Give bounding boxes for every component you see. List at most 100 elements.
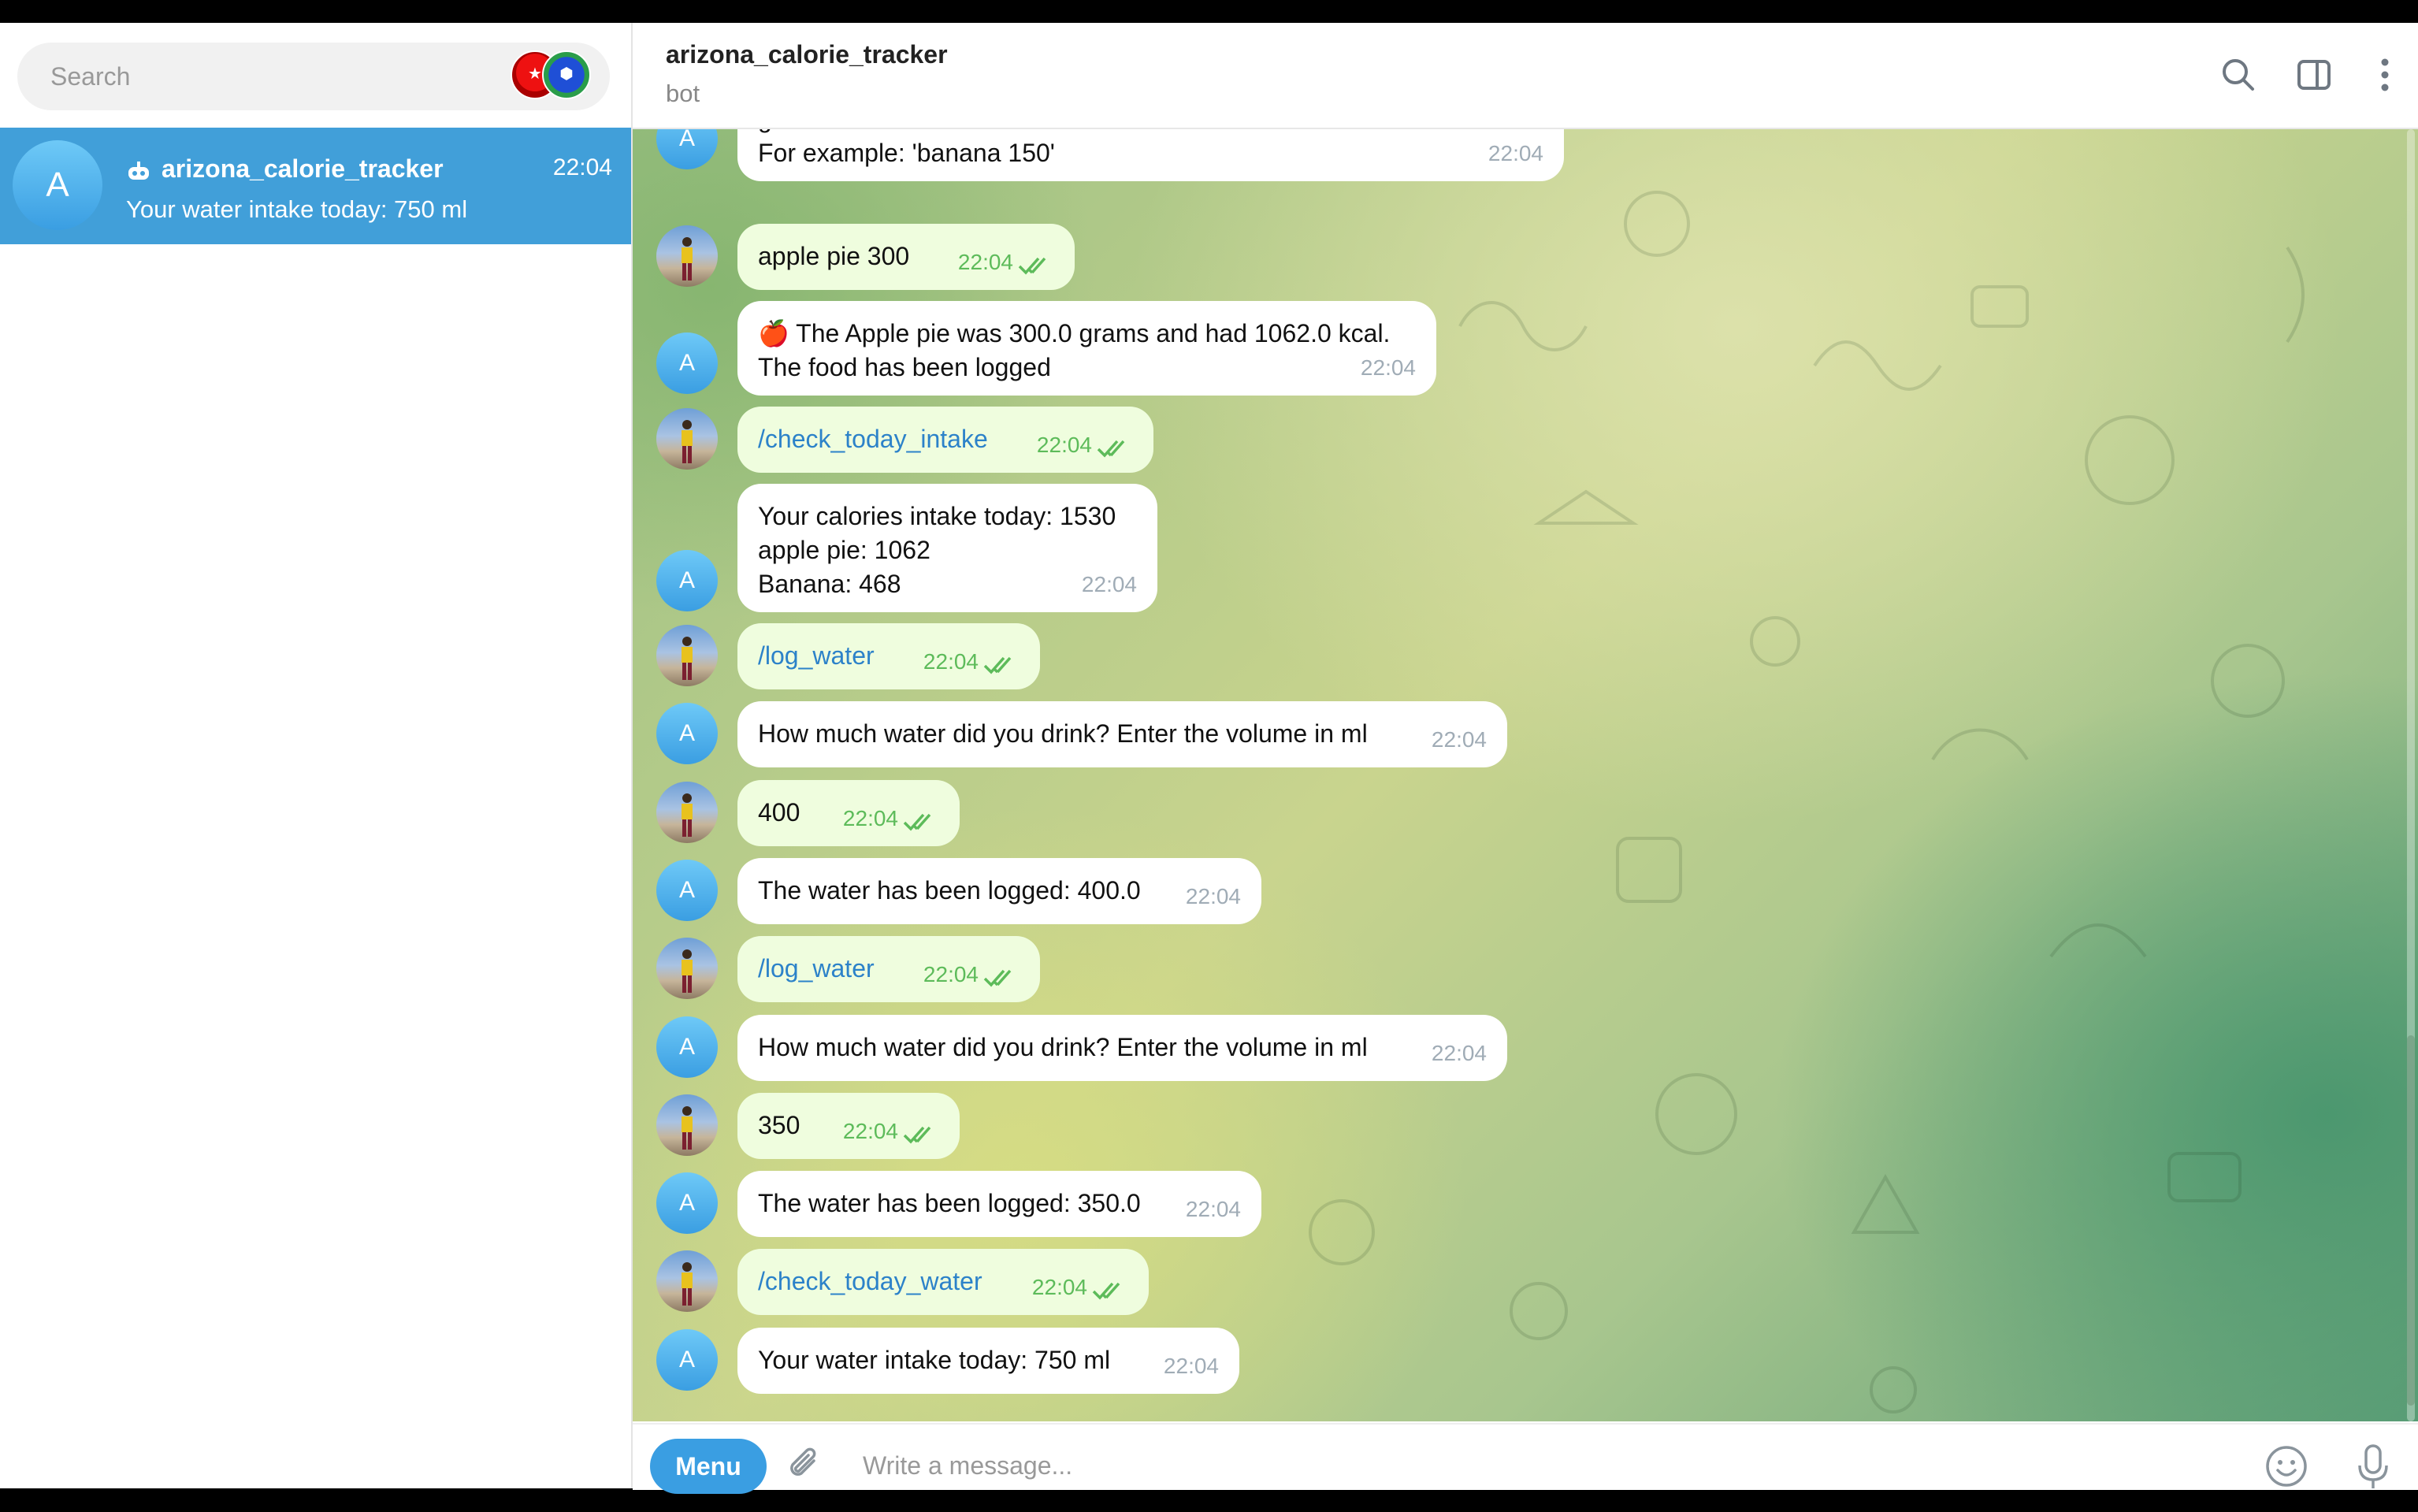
message-row: /log_water 22:04 — [633, 936, 2418, 1002]
person-icon — [682, 237, 693, 280]
message-time: 22:04 — [1431, 727, 1487, 752]
person-icon — [682, 949, 693, 993]
apple-emoji-icon: 🍎 — [758, 319, 789, 347]
message-time: 22:04 — [1031, 1275, 1087, 1299]
message-row: A The water has been logged: 400.0 22:04 — [633, 858, 2418, 924]
search-icon[interactable] — [2216, 53, 2260, 97]
chat-subtitle: bot — [666, 80, 700, 107]
message-text: The food has been logged — [758, 353, 1051, 381]
incoming-message[interactable]: How much water did you drink? Enter the … — [737, 701, 1507, 767]
incoming-message[interactable]: The water has been logged: 400.0 22:04 — [737, 858, 1261, 924]
command-link[interactable]: /log_water — [758, 639, 1020, 673]
user-avatar[interactable] — [656, 408, 718, 470]
message-time: 22:04 — [923, 649, 979, 674]
message-text: grams. — [758, 129, 1543, 136]
bot-menu-button[interactable]: Menu — [650, 1439, 767, 1494]
outgoing-message[interactable]: /log_water 22:04 — [737, 623, 1040, 689]
message-time: 22:04 — [1036, 433, 1092, 457]
user-avatar[interactable] — [656, 1094, 718, 1156]
read-receipt-icon — [983, 969, 1012, 987]
message-text: How much water did you drink? Enter the … — [758, 1033, 1368, 1061]
message-text: Banana: 468 — [758, 570, 901, 598]
bot-avatar[interactable]: A — [656, 550, 718, 611]
bot-icon — [128, 162, 149, 180]
message-time: 22:04 — [923, 962, 979, 986]
message-text: Your calories intake today: 1530 — [758, 502, 1116, 530]
message-time: 22:04 — [842, 1119, 898, 1143]
chat-list-panel: Search ★ ⬢ A arizona_calorie_tracker 22:… — [0, 23, 633, 1488]
command-link[interactable]: /log_water — [758, 952, 1020, 986]
message-time: 22:04 — [1185, 1197, 1241, 1221]
bot-avatar[interactable]: A — [656, 1329, 718, 1391]
sidebar-toggle-icon[interactable] — [2292, 53, 2336, 97]
message-time: 22:04 — [842, 806, 898, 830]
bot-avatar[interactable]: A — [656, 332, 718, 394]
incoming-message[interactable]: 🍎 The Apple pie was 300.0 grams and had … — [737, 301, 1436, 396]
message-row: A The water has been logged: 350.0 22:04 — [633, 1171, 2418, 1237]
paperclip-icon[interactable] — [784, 1443, 825, 1488]
chat-name: arizona_calorie_tracker — [162, 154, 444, 183]
user-avatar[interactable] — [656, 1250, 718, 1312]
person-icon — [682, 637, 693, 680]
person-icon — [682, 1106, 693, 1150]
outgoing-message[interactable]: /log_water 22:04 — [737, 936, 1040, 1002]
more-vertical-icon[interactable] — [2363, 53, 2407, 97]
message-text: For example: 'banana 150' — [758, 139, 1055, 167]
outgoing-message[interactable]: 400 22:04 — [737, 780, 960, 846]
message-text: 🍎 The Apple pie was 300.0 grams and had … — [758, 319, 1391, 347]
bot-avatar[interactable]: A — [656, 1016, 718, 1078]
message-row: /check_today_intake 22:04 — [633, 407, 2418, 473]
message-row: A How much water did you drink? Enter th… — [633, 1015, 2418, 1081]
chat-time: 22:04 — [552, 154, 612, 180]
telegram-window: Search ★ ⬢ A arizona_calorie_tracker 22:… — [0, 23, 2418, 1494]
message-row: A 🍎 The Apple pie was 300.0 grams and ha… — [633, 301, 2418, 396]
search-input[interactable]: Search ★ ⬢ — [17, 43, 610, 110]
bot-avatar[interactable]: A — [656, 1172, 718, 1234]
read-receipt-icon — [903, 813, 931, 831]
message-row: A Your calories intake today: 1530 apple… — [633, 484, 2418, 612]
message-area[interactable]: A grams. For example: 'banana 150' 22:04… — [633, 129, 2418, 1421]
message-text: apple pie: 1062 — [758, 536, 930, 564]
message-row: /log_water 22:04 — [633, 623, 2418, 689]
incoming-message[interactable]: How much water did you drink? Enter the … — [737, 1015, 1507, 1081]
chat-header: arizona_calorie_tracker bot — [633, 23, 2418, 129]
chat-preview: Your water intake today: 750 ml — [126, 195, 468, 223]
chat-list-item[interactable]: A arizona_calorie_tracker 22:04 Your wat… — [0, 128, 631, 244]
message-text: The water has been logged: 400.0 — [758, 876, 1141, 905]
emoji-icon[interactable] — [2264, 1443, 2309, 1489]
incoming-message[interactable]: grams. For example: 'banana 150' 22:04 — [737, 129, 1564, 181]
outgoing-message[interactable]: /check_today_water 22:04 — [737, 1249, 1149, 1315]
user-avatar[interactable] — [656, 938, 718, 999]
chat-title[interactable]: arizona_calorie_tracker — [666, 40, 948, 69]
message-time: 22:04 — [957, 250, 1013, 274]
message-row: apple pie 300 22:04 — [633, 224, 2418, 290]
read-receipt-icon — [983, 656, 1012, 674]
folder-badges[interactable]: ★ ⬢ — [511, 50, 597, 102]
user-avatar[interactable] — [656, 225, 718, 287]
incoming-message[interactable]: Your water intake today: 750 ml 22:04 — [737, 1328, 1239, 1394]
avatar: A — [13, 140, 102, 230]
bot-avatar[interactable]: A — [656, 860, 718, 921]
incoming-message[interactable]: Your calories intake today: 1530 apple p… — [737, 484, 1157, 612]
read-receipt-icon — [1018, 257, 1046, 275]
message-composer: Menu Write a message... — [633, 1423, 2418, 1494]
incoming-message[interactable]: The water has been logged: 350.0 22:04 — [737, 1171, 1261, 1237]
message-text: The water has been logged: 350.0 — [758, 1189, 1141, 1217]
person-icon — [682, 1262, 693, 1306]
microphone-icon[interactable] — [2355, 1443, 2391, 1491]
bot-avatar[interactable]: A — [656, 703, 718, 764]
message-row: 350 22:04 — [633, 1093, 2418, 1159]
outgoing-message[interactable]: /check_today_intake 22:04 — [737, 407, 1153, 473]
outgoing-message[interactable]: 350 22:04 — [737, 1093, 960, 1159]
message-row: A How much water did you drink? Enter th… — [633, 701, 2418, 767]
message-row: 400 22:04 — [633, 780, 2418, 846]
folder-badge-icon[interactable]: ⬢ — [542, 50, 591, 99]
message-time: 22:04 — [1081, 572, 1137, 596]
user-avatar[interactable] — [656, 625, 718, 686]
message-text: How much water did you drink? Enter the … — [758, 719, 1368, 748]
bot-avatar[interactable]: A — [656, 129, 718, 169]
message-input[interactable]: Write a message... — [863, 1451, 1072, 1480]
read-receipt-icon — [1092, 1282, 1120, 1300]
user-avatar[interactable] — [656, 782, 718, 843]
outgoing-message[interactable]: apple pie 300 22:04 — [737, 224, 1075, 290]
